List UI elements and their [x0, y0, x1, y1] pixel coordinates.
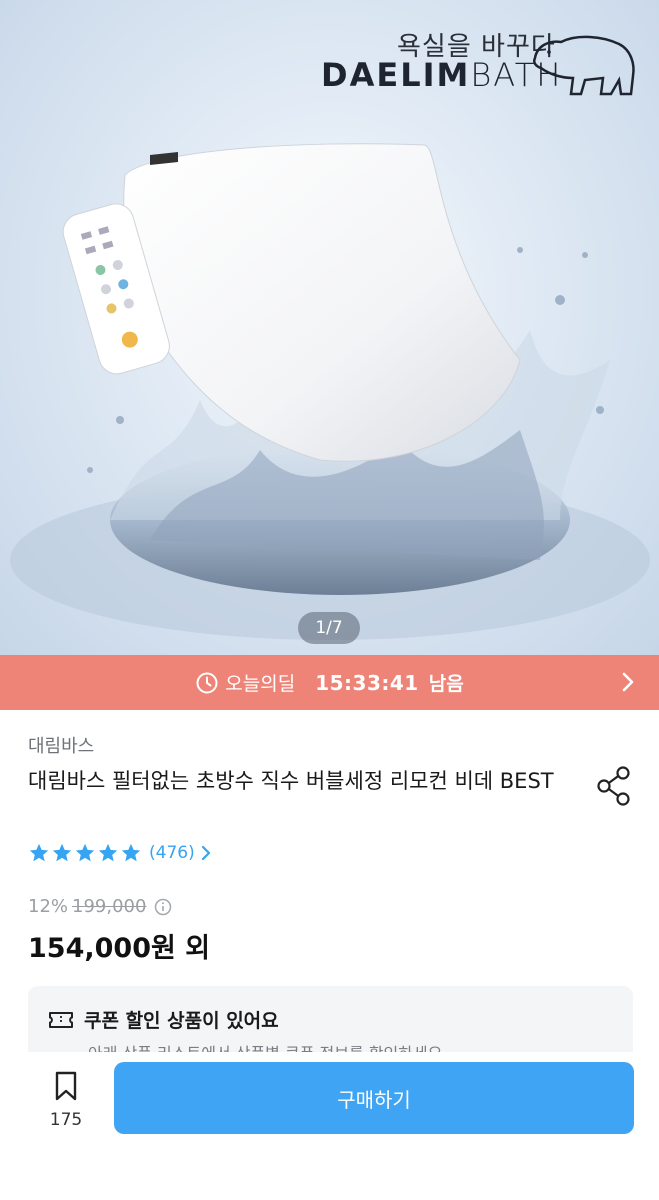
- bottom-action-bar: 175 구매하기: [0, 1052, 659, 1200]
- original-price: 199,000: [72, 896, 147, 917]
- product-title: 대림바스 필터없는 초방수 직수 버블세정 리모컨 비데 BEST: [28, 769, 554, 793]
- chevron-right-icon[interactable]: [621, 671, 635, 693]
- info-icon[interactable]: [154, 898, 172, 916]
- todays-deal-banner[interactable]: 오늘의딜 15:33:41 남음: [0, 655, 659, 710]
- coupon-title: 쿠폰 할인 상품이 있어요: [84, 1010, 279, 1032]
- star-icon: [121, 843, 141, 862]
- brand-link[interactable]: 대림바스: [28, 732, 94, 758]
- wishlist-button[interactable]: 175: [36, 1070, 96, 1130]
- review-count[interactable]: (476): [149, 843, 195, 863]
- chevron-right-icon[interactable]: [201, 845, 211, 861]
- buy-button[interactable]: 구매하기: [114, 1062, 634, 1134]
- price-discount-row: 12% 199,000: [28, 896, 172, 917]
- deal-suffix: 남음: [428, 673, 464, 695]
- deal-label: 오늘의딜: [225, 673, 296, 695]
- wishlist-count: 175: [49, 1110, 83, 1130]
- image-counter: 1/7: [298, 612, 360, 644]
- brand-logo: 욕실을 바꾸다 DAELIMBATH: [317, 22, 637, 102]
- rating-stars: [28, 842, 143, 864]
- deal-countdown: 15:33:41: [315, 670, 419, 695]
- share-icon[interactable]: [596, 766, 634, 806]
- product-rating[interactable]: (476): [28, 842, 211, 864]
- star-icon: [75, 843, 95, 862]
- bookmark-icon[interactable]: [52, 1070, 80, 1102]
- star-icon: [98, 843, 118, 862]
- coupon-header: 쿠폰 할인 상품이 있어요: [48, 1006, 279, 1033]
- clock-icon: [196, 672, 218, 693]
- discount-rate: 12%: [28, 896, 69, 917]
- product-image-carousel[interactable]: 욕실을 바꾸다 DAELIMBATH 1/7: [0, 0, 659, 655]
- sale-price: 154,000원 외: [28, 933, 211, 964]
- star-icon: [52, 843, 72, 862]
- bear-logo-icon: [533, 35, 635, 96]
- star-icon: [29, 843, 49, 862]
- coupon-icon: [49, 1011, 73, 1028]
- brand-name-bold: DAELIM: [321, 56, 471, 94]
